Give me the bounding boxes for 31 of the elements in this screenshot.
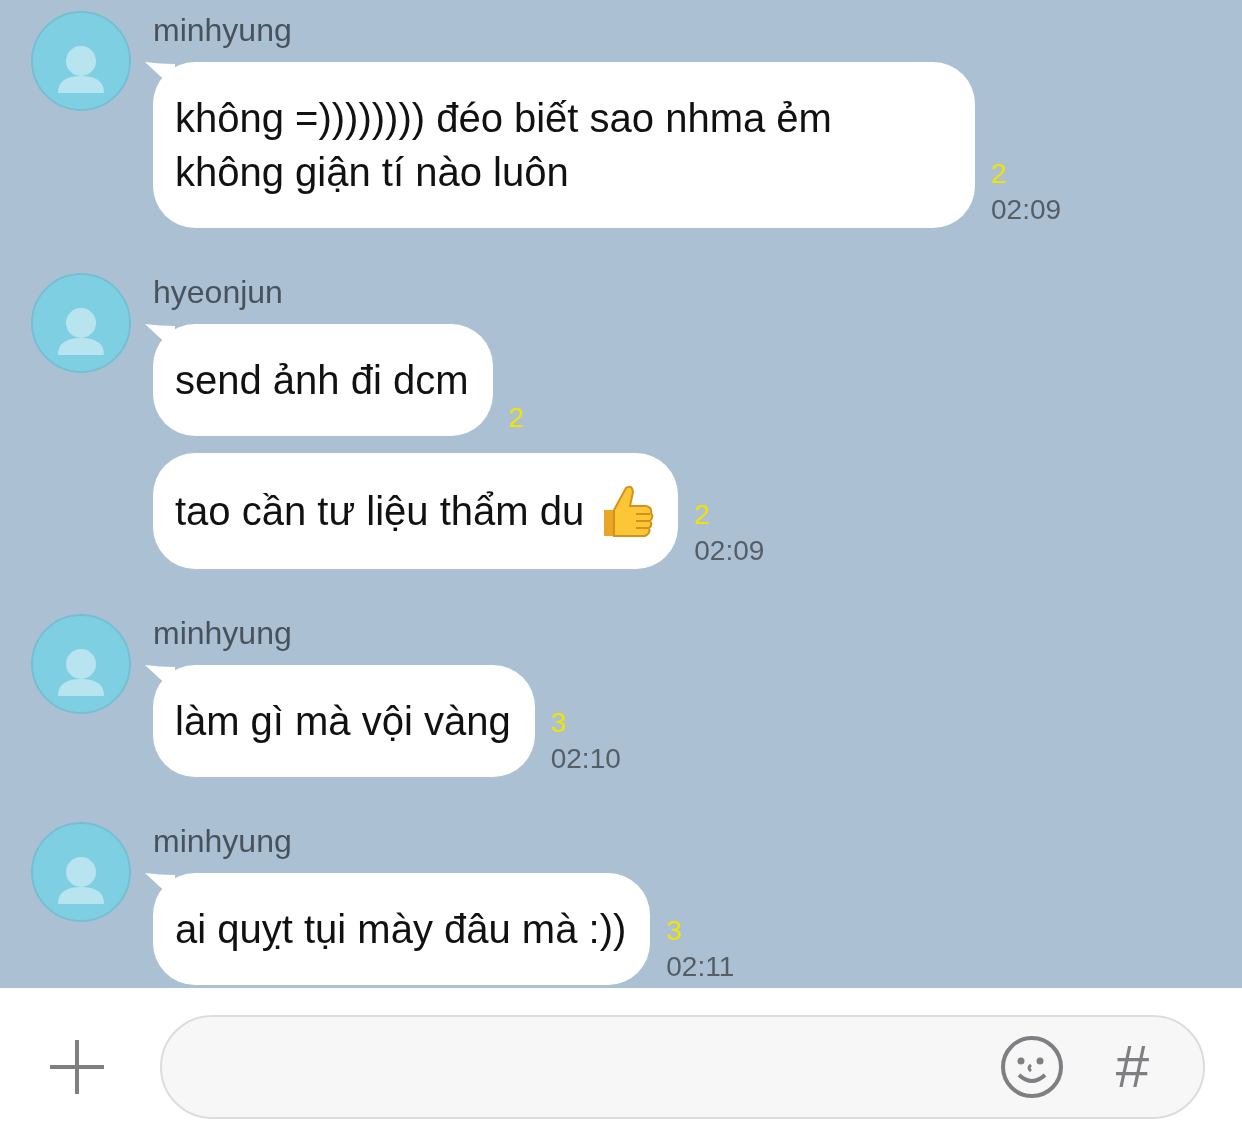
message-bubble[interactable]: không =)))))))) đéo biết sao nhma ẻm không giận tí nào luôn [153,62,975,228]
emoji-icon[interactable] [999,1034,1064,1099]
plus-icon[interactable] [48,1037,106,1096]
avatar-icon[interactable] [30,10,132,112]
sender-name: hyeonjun [153,273,284,312]
unread-count: 2 [694,498,711,532]
avatar-icon[interactable] [30,821,132,923]
message-text: send ảnh đi dcm [175,357,469,404]
avatar-icon[interactable] [30,272,132,374]
message-bubble[interactable]: send ảnh đi dcm [153,324,493,436]
message-bubble[interactable]: tao cần tư liệu thẩm du [153,453,679,569]
unread-count: 3 [666,914,683,948]
timestamp: 02:09 [694,534,765,568]
sender-name: minhyung [153,822,293,861]
message-bubble[interactable]: ai quỵt tụi mày đâu mà :)) [153,873,651,985]
message-text: làm gì mà vội vàng [175,698,511,745]
message-text: ai quỵt tụi mày đâu mà :)) [175,906,627,953]
unread-count: 2 [508,401,525,435]
unread-count: 2 [991,157,1008,191]
avatar-icon[interactable] [30,613,132,715]
message-input-field[interactable]: # [160,1014,1205,1119]
message-text: tao cần tư liệu thẩm du [175,488,585,535]
message-text: không =)))))))) đéo biết sao nhma ẻm không giận tí nào luôn [175,95,833,196]
sender-name: minhyung [153,11,293,50]
timestamp: 02:10 [550,742,621,776]
hashtag-button[interactable]: # [1115,1036,1149,1097]
timestamp: 02:11 [666,950,735,984]
unread-count: 3 [550,706,568,740]
sender-name: minhyung [153,614,293,653]
message-bubble[interactable]: làm gì mà vội vàng [153,665,535,777]
timestamp: 02:09 [991,193,1062,227]
